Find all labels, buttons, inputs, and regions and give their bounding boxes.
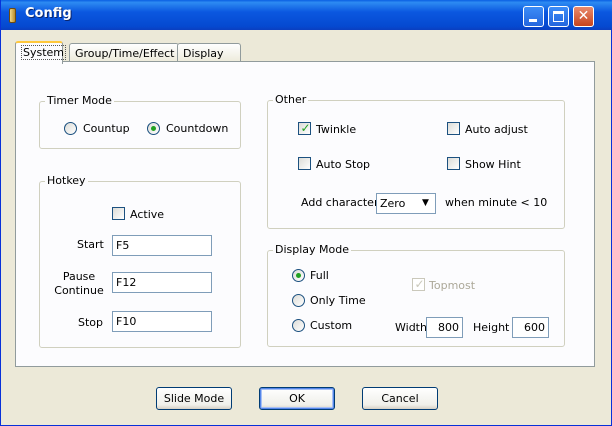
other-group: Other ✓ Twinkle Auto adjust Auto Stop Sh…: [267, 93, 565, 229]
minimize-icon: [529, 19, 537, 22]
add-character-select[interactable]: Zero ▼: [376, 193, 436, 214]
auto-adjust-checkbox[interactable]: [447, 122, 460, 135]
check-icon: ✓: [414, 277, 425, 291]
hotkey-group: Hotkey Active Start F5 Pause Continue F1…: [39, 174, 241, 348]
maximize-button[interactable]: [548, 6, 569, 27]
start-label: Start: [77, 238, 104, 251]
title-bar[interactable]: Config ✕: [1, 0, 612, 30]
auto-stop-checkbox[interactable]: [298, 157, 311, 170]
bell-icon: [9, 8, 16, 23]
stop-hotkey-input[interactable]: F10: [112, 311, 212, 332]
only-time-radio[interactable]: [292, 294, 305, 307]
height-label: Height: [473, 321, 510, 334]
hotkey-active-label[interactable]: Active: [130, 208, 164, 221]
tab-group-time-effect-label: Group/Time/Effect: [75, 47, 175, 60]
topmost-label[interactable]: Topmost: [429, 279, 475, 292]
add-character-suffix: when minute < 10: [445, 196, 548, 209]
width-input[interactable]: 800: [426, 317, 463, 338]
slide-mode-button[interactable]: Slide Mode: [156, 387, 232, 410]
countup-label[interactable]: Countup: [83, 122, 130, 135]
hotkey-active-checkbox[interactable]: [112, 207, 125, 220]
cancel-button[interactable]: Cancel: [362, 387, 438, 410]
system-tab-panel: Timer Mode Countup Countdown Hotkey Acti…: [15, 61, 595, 367]
tab-display-label: Display: [183, 47, 224, 60]
countdown-label[interactable]: Countdown: [166, 122, 228, 135]
close-button[interactable]: ✕: [573, 6, 594, 27]
add-character-value: Zero: [380, 197, 406, 210]
show-hint-label[interactable]: Show Hint: [465, 158, 521, 171]
only-time-label[interactable]: Only Time: [310, 294, 366, 307]
config-window: Config ✕ System Group/Time/Effect Displa…: [0, 0, 612, 426]
start-hotkey-input[interactable]: F5: [112, 235, 212, 256]
other-title: Other: [273, 93, 309, 106]
pause-continue-hotkey-input[interactable]: F12: [112, 272, 212, 293]
topmost-checkbox[interactable]: ✓: [412, 277, 425, 291]
minimize-button[interactable]: [523, 6, 544, 27]
height-input[interactable]: 600: [512, 317, 549, 338]
window-title: Config: [25, 6, 72, 21]
display-mode-group: Display Mode Full Only Time Custom ✓ Top…: [267, 243, 565, 347]
close-icon: ✕: [577, 8, 590, 24]
custom-label[interactable]: Custom: [310, 319, 352, 332]
full-label[interactable]: Full: [310, 269, 329, 282]
tab-system[interactable]: System: [15, 41, 67, 64]
twinkle-label[interactable]: Twinkle: [316, 123, 356, 136]
display-mode-title: Display Mode: [273, 243, 352, 256]
auto-stop-label[interactable]: Auto Stop: [316, 158, 370, 171]
width-label: Width: [395, 321, 427, 334]
dropdown-arrow-icon[interactable]: ▼: [418, 196, 433, 211]
custom-radio[interactable]: [292, 319, 305, 332]
radio-selected-dot: [296, 273, 301, 278]
maximize-icon: [553, 11, 564, 22]
continue-label: Continue: [54, 284, 104, 297]
twinkle-checkbox[interactable]: ✓: [298, 121, 311, 135]
ok-button[interactable]: OK: [259, 387, 335, 410]
countdown-radio[interactable]: [147, 122, 160, 135]
full-radio[interactable]: [292, 269, 305, 282]
timer-mode-group: Timer Mode Countup Countdown: [39, 94, 241, 149]
countup-radio[interactable]: [64, 122, 77, 135]
timer-mode-title: Timer Mode: [45, 94, 114, 107]
show-hint-checkbox[interactable]: [447, 157, 460, 170]
tab-group-time-effect[interactable]: Group/Time/Effect: [69, 43, 179, 63]
tab-display[interactable]: Display: [177, 43, 241, 63]
pause-label: Pause: [62, 270, 96, 283]
hotkey-title: Hotkey: [45, 174, 88, 187]
add-character-label: Add character: [301, 196, 379, 209]
radio-selected-dot: [151, 126, 156, 131]
auto-adjust-label[interactable]: Auto adjust: [465, 123, 528, 136]
tab-system-label: System: [21, 45, 67, 60]
check-icon: ✓: [300, 121, 311, 135]
stop-label: Stop: [78, 316, 104, 329]
